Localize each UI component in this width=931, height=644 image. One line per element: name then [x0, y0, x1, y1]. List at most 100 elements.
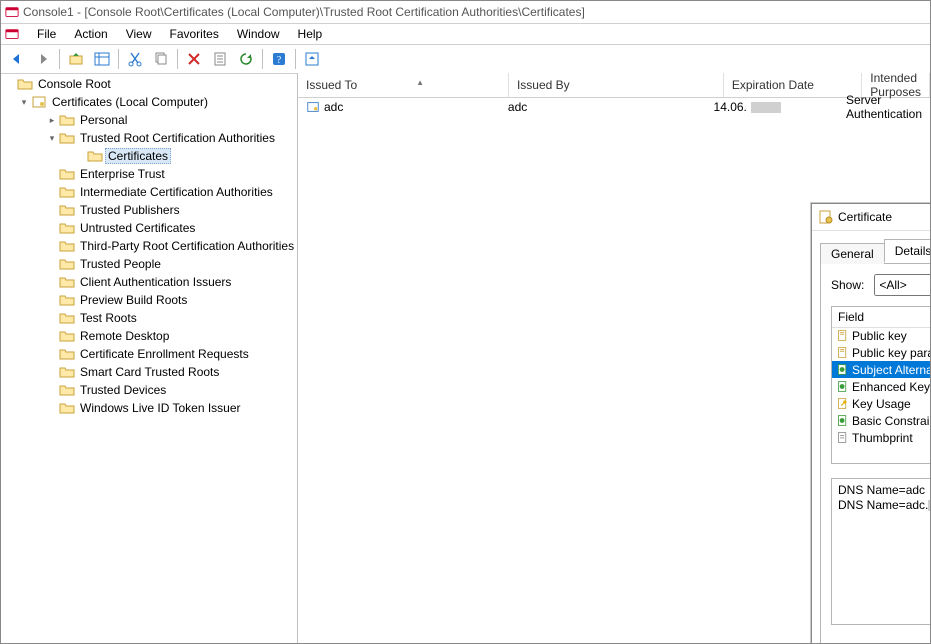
details-row[interactable]: Subject Alternative NameDNS Name=adc, DN…	[832, 361, 930, 378]
tree-label: Windows Live ID Token Issuer	[77, 400, 244, 416]
dialog-titlebar: Certificate ✕	[812, 204, 930, 231]
menu-action[interactable]: Action	[66, 25, 115, 43]
show-hide-tree-button[interactable]	[90, 47, 114, 71]
certificate-icon	[306, 100, 320, 114]
tree-node[interactable]: ▾Trusted Root Certification Authorities	[17, 129, 297, 147]
menu-window[interactable]: Window	[229, 25, 288, 43]
expand-icon[interactable]	[45, 365, 59, 379]
delete-button[interactable]	[182, 47, 206, 71]
details-row[interactable]: Thumbprint0ea0ae479e3606608a80a743…	[832, 429, 930, 446]
expand-icon[interactable]: ▸	[45, 113, 59, 127]
tree-node[interactable]: Trusted Publishers	[17, 201, 297, 219]
tree-node[interactable]: Untrusted Certificates	[17, 219, 297, 237]
tree-node-certificates[interactable]: Certificates	[17, 147, 297, 165]
expand-icon[interactable]	[45, 167, 59, 181]
redacted-text	[928, 500, 930, 511]
menu-help[interactable]: Help	[290, 25, 331, 43]
tree-pane[interactable]: Console Root ▾ Certificates (Local Compu…	[1, 73, 298, 643]
show-select[interactable]: <All>	[874, 274, 930, 296]
svg-text:?: ?	[277, 55, 282, 66]
cell-expiration: 14.06.	[706, 100, 838, 114]
expand-icon[interactable]	[45, 257, 59, 271]
collapse-icon[interactable]: ▾	[17, 95, 31, 109]
tree-node-certificates-root[interactable]: ▾ Certificates (Local Computer)	[17, 93, 297, 111]
tab-details[interactable]: Details	[884, 239, 930, 263]
export-list-button[interactable]	[300, 47, 324, 71]
tree-node[interactable]: Intermediate Certification Authorities	[17, 183, 297, 201]
tree-node[interactable]: Preview Build Roots	[17, 291, 297, 309]
tree-label: Trusted Devices	[77, 382, 169, 398]
folder-icon	[59, 400, 75, 416]
back-button[interactable]	[5, 47, 29, 71]
window-title: Console1 - [Console Root\Certificates (L…	[23, 5, 585, 19]
help-button[interactable]: ?	[267, 47, 291, 71]
column-issued-by[interactable]: Issued By	[509, 73, 724, 97]
menu-view[interactable]: View	[118, 25, 160, 43]
properties-button[interactable]	[208, 47, 232, 71]
window-titlebar: Console1 - [Console Root\Certificates (L…	[1, 1, 930, 24]
expand-icon[interactable]	[45, 203, 59, 217]
folder-icon	[59, 184, 75, 200]
field-icon	[836, 363, 849, 376]
expand-icon[interactable]	[45, 311, 59, 325]
folder-icon	[59, 310, 75, 326]
details-row[interactable]: Public keyRSA (2048 Bits)	[832, 327, 930, 344]
expand-icon[interactable]	[45, 185, 59, 199]
tree-node[interactable]: Third-Party Root Certification Authoriti…	[17, 237, 297, 255]
tree-node[interactable]: Test Roots	[17, 309, 297, 327]
folder-icon	[59, 292, 75, 308]
tree-node[interactable]: Windows Live ID Token Issuer	[17, 399, 297, 417]
menu-bar: File Action View Favorites Window Help	[1, 24, 930, 45]
list-row[interactable]: adcadc14.06.Server Authentication	[298, 98, 930, 116]
column-purposes[interactable]: Intended Purposes	[862, 73, 930, 97]
refresh-button[interactable]	[234, 47, 258, 71]
details-fields-list[interactable]: Field Value Public keyRSA (2048 Bits)Pub…	[831, 306, 930, 464]
column-expiration[interactable]: Expiration Date	[724, 73, 862, 97]
expand-icon[interactable]	[45, 383, 59, 397]
column-issued-to[interactable]: Issued To	[298, 73, 509, 97]
expand-icon[interactable]	[45, 275, 59, 289]
tree-node[interactable]: Remote Desktop	[17, 327, 297, 345]
tab-general[interactable]: General	[820, 243, 885, 264]
field-value-box[interactable]: DNS Name=adc DNS Name=adc..local	[831, 478, 930, 625]
expand-icon[interactable]	[45, 347, 59, 361]
tree-label: Certificates (Local Computer)	[49, 94, 211, 110]
expand-icon[interactable]	[45, 401, 59, 415]
tree-label: Remote Desktop	[77, 328, 172, 344]
forward-button[interactable]	[31, 47, 55, 71]
cell-issued-to: adc	[298, 100, 500, 114]
field-icon	[836, 397, 849, 410]
folder-icon	[59, 220, 75, 236]
folder-icon	[59, 130, 75, 146]
column-field[interactable]: Field	[832, 307, 930, 327]
tree-node[interactable]: Enterprise Trust	[17, 165, 297, 183]
copy-button[interactable]	[149, 47, 173, 71]
up-button[interactable]	[64, 47, 88, 71]
value-line: DNS Name=adc	[838, 483, 925, 497]
menu-file[interactable]: File	[29, 25, 64, 43]
tree-node[interactable]: Trusted Devices	[17, 381, 297, 399]
expand-icon[interactable]	[45, 221, 59, 235]
tree-node[interactable]: Client Authentication Issuers	[17, 273, 297, 291]
collapse-icon[interactable]	[3, 77, 17, 91]
tree-node[interactable]: Certificate Enrollment Requests	[17, 345, 297, 363]
tree-node[interactable]: ▸Personal	[17, 111, 297, 129]
expand-icon[interactable]	[45, 239, 59, 253]
expand-icon[interactable]	[45, 329, 59, 343]
tree-node[interactable]: Trusted People	[17, 255, 297, 273]
details-row[interactable]: Key UsageDigital Signature, Key Encipher…	[832, 395, 930, 412]
tree-node[interactable]: Smart Card Trusted Roots	[17, 363, 297, 381]
folder-icon	[59, 112, 75, 128]
tree-node-console-root[interactable]: Console Root	[3, 75, 297, 93]
menu-favorites[interactable]: Favorites	[162, 25, 227, 43]
folder-icon	[59, 274, 75, 290]
field-icon	[836, 346, 849, 359]
details-row[interactable]: Basic ConstraintsSubject Type=End Entity…	[832, 412, 930, 429]
expand-icon[interactable]	[45, 293, 59, 307]
field-icon	[836, 329, 849, 342]
cut-button[interactable]	[123, 47, 147, 71]
details-row[interactable]: Public key parameters05 00	[832, 344, 930, 361]
tree-label: Console Root	[35, 76, 114, 92]
details-row[interactable]: Enhanced Key UsageServer Authentication …	[832, 378, 930, 395]
collapse-icon[interactable]: ▾	[45, 131, 59, 145]
